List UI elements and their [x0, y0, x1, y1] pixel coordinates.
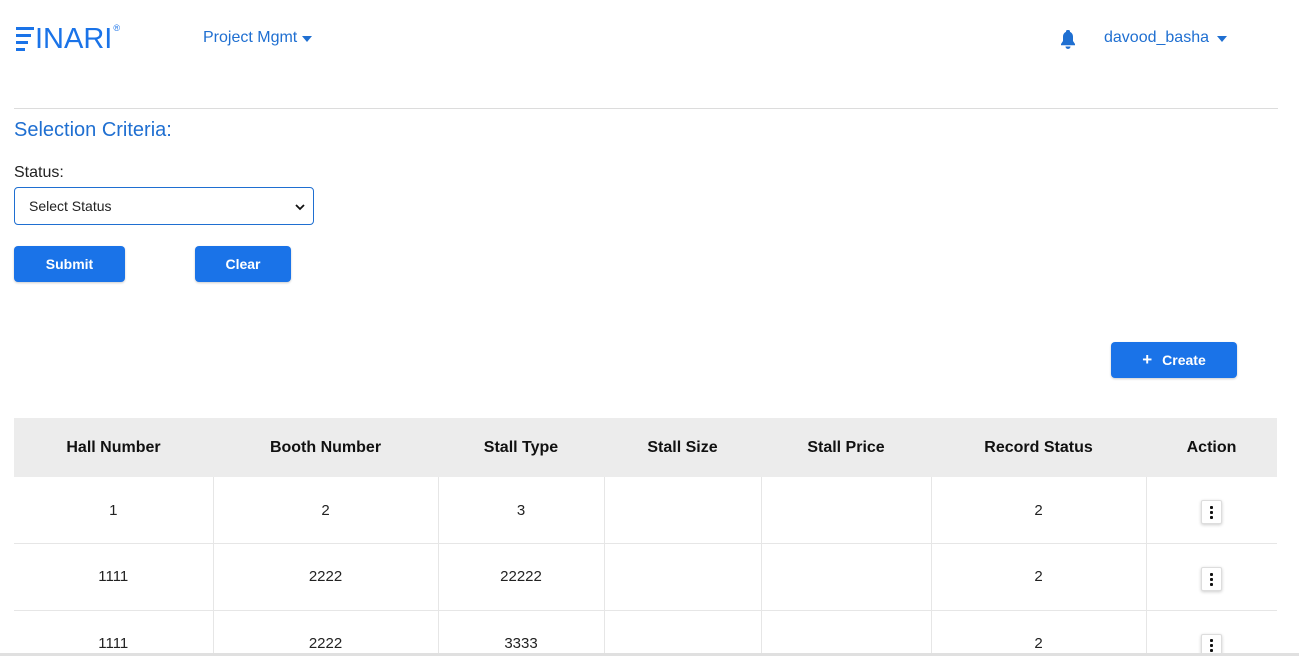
header-divider	[14, 108, 1278, 109]
cell-stall-size	[604, 543, 762, 610]
submit-button[interactable]: Submit	[14, 246, 125, 282]
bell-icon[interactable]	[1059, 30, 1077, 50]
cell-action	[1146, 610, 1277, 656]
cell-stall-price	[761, 543, 932, 610]
cell-booth-number: 2222	[213, 610, 439, 656]
top-navbar: INARI ® Project Mgmt davood_basha	[0, 0, 1299, 80]
status-select[interactable]: Select Status	[14, 187, 314, 225]
column-header-hall-number[interactable]: Hall Number	[14, 418, 213, 477]
cell-stall-size	[604, 477, 762, 544]
chevron-down-icon	[295, 204, 305, 211]
stall-table: Hall Number Booth Number Stall Type Stal…	[14, 418, 1277, 656]
logo-bars-icon	[16, 27, 34, 51]
user-menu[interactable]: davood_basha	[1104, 29, 1227, 47]
table-row: 1 2 3 2	[14, 477, 1277, 544]
cell-hall-number: 1	[14, 477, 214, 544]
caret-down-icon	[1216, 36, 1227, 42]
table-header-row: Hall Number Booth Number Stall Type Stal…	[14, 418, 1277, 477]
username-label: davood_basha	[1104, 29, 1209, 46]
status-label: Status:	[14, 164, 64, 181]
cell-stall-price	[761, 477, 932, 544]
kebab-menu-icon[interactable]	[1201, 500, 1223, 525]
status-select-value: Select Status	[29, 198, 112, 214]
cell-record-status: 2	[931, 543, 1147, 610]
column-header-stall-type[interactable]: Stall Type	[438, 418, 604, 477]
column-header-stall-price[interactable]: Stall Price	[761, 418, 931, 477]
cell-stall-type: 22222	[438, 543, 605, 610]
project-mgmt-menu[interactable]: Project Mgmt	[203, 29, 313, 47]
cell-stall-type: 3	[438, 477, 605, 544]
column-header-action: Action	[1186, 438, 1237, 456]
logo-text: INARI	[35, 23, 113, 55]
cell-hall-number: 1111	[14, 610, 214, 656]
kebab-menu-icon[interactable]	[1201, 567, 1223, 591]
column-header-record-status[interactable]: Record Status	[931, 418, 1146, 477]
cell-stall-size	[604, 610, 762, 656]
cell-action	[1146, 477, 1277, 544]
clear-button[interactable]: Clear	[195, 246, 291, 282]
submit-button-label: Submit	[45, 256, 94, 272]
table-row: 1111 2222 22222 2	[14, 543, 1277, 611]
caret-down-icon	[302, 36, 313, 42]
cell-stall-type: 3333	[438, 610, 605, 656]
plus-icon: +	[1142, 350, 1153, 369]
cell-stall-price	[761, 610, 932, 656]
registered-mark: ®	[113, 23, 120, 33]
table-row: 1111 2222 3333 2	[14, 610, 1277, 656]
cell-record-status: 2	[931, 477, 1147, 544]
create-button-label: Create	[1162, 352, 1206, 368]
project-mgmt-label: Project Mgmt	[203, 29, 298, 46]
clear-button-label: Clear	[225, 256, 261, 272]
finari-logo[interactable]: INARI ®	[16, 22, 120, 56]
cell-booth-number: 2	[213, 477, 439, 544]
cell-action	[1146, 544, 1277, 611]
column-header-booth-number[interactable]: Booth Number	[213, 418, 438, 477]
cell-record-status: 2	[931, 610, 1147, 656]
cell-booth-number: 2222	[213, 543, 439, 610]
column-header-stall-size[interactable]: Stall Size	[604, 418, 761, 477]
selection-criteria-title: Selection Criteria:	[14, 119, 172, 141]
cell-hall-number: 1111	[14, 543, 214, 610]
create-button[interactable]: + Create	[1111, 342, 1237, 378]
